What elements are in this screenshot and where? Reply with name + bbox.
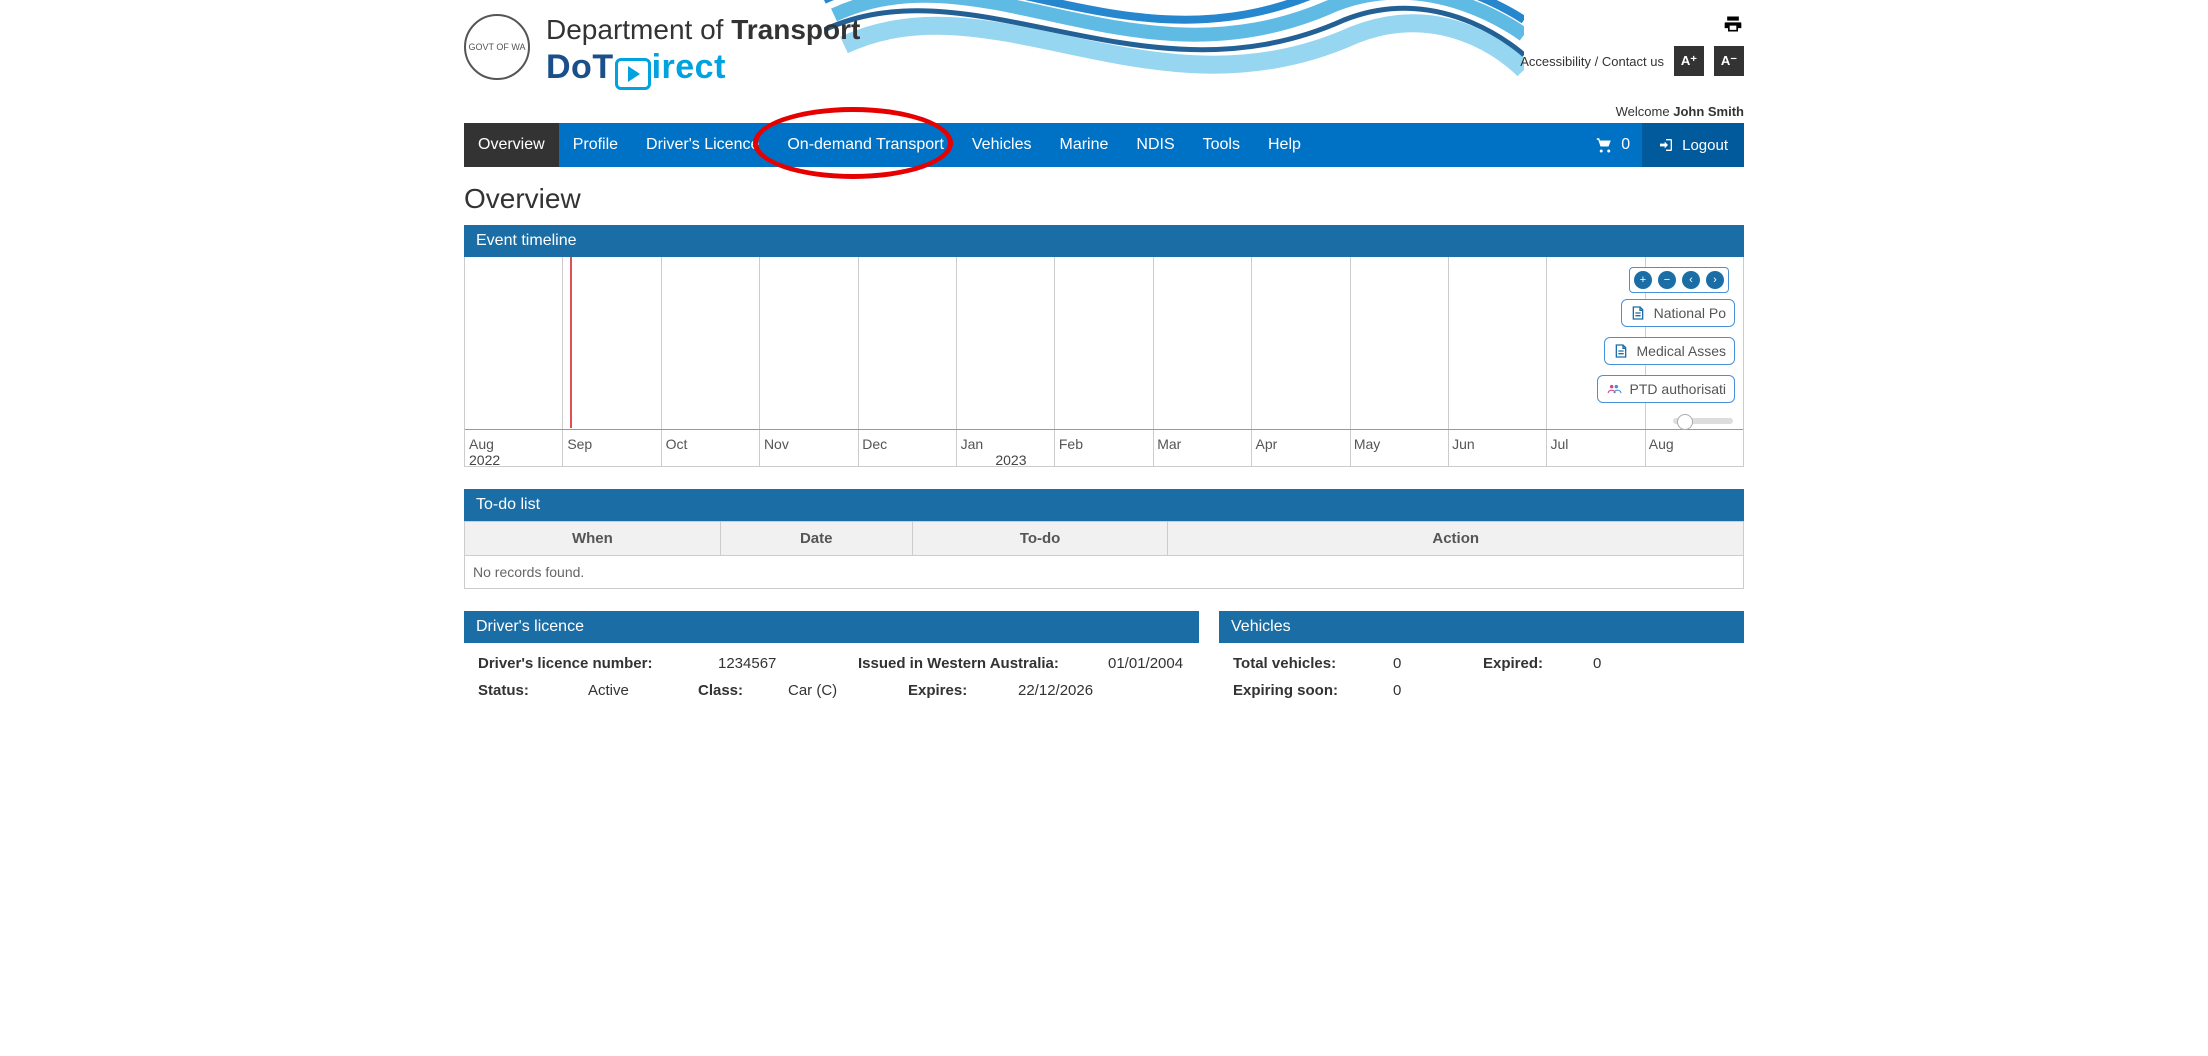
vehicles-total-value: 0 (1393, 655, 1453, 672)
timeline-controls: + − ‹ › (1629, 267, 1729, 293)
vehicles-expired-label: Expired: (1483, 655, 1563, 672)
contact-link[interactable]: Contact us (1602, 54, 1664, 69)
licence-number-value: 1234567 (718, 655, 828, 672)
licence-status-label: Status: (478, 682, 558, 699)
nav-help[interactable]: Help (1254, 123, 1315, 167)
vehicles-total-label: Total vehicles: (1233, 655, 1363, 672)
todo-col-when: When (465, 522, 721, 556)
vehicles-expired-value: 0 (1593, 655, 1601, 672)
licence-class-value: Car (C) (788, 682, 878, 699)
timeline-next-icon[interactable]: › (1706, 271, 1724, 289)
nav-tools[interactable]: Tools (1189, 123, 1254, 167)
document-icon (1628, 304, 1648, 322)
timeline-event[interactable]: National Po (1621, 299, 1735, 327)
todo-panel: To-do list When Date To-do Action No rec… (464, 489, 1744, 589)
people-icon (1604, 380, 1624, 398)
vehicles-expiring-label: Expiring soon: (1233, 682, 1363, 699)
licence-expires-value: 22/12/2026 (1018, 682, 1093, 699)
licence-number-label: Driver's licence number: (478, 655, 688, 672)
panel-header-todo: To-do list (464, 489, 1744, 521)
panel-header-timeline: Event timeline (464, 225, 1744, 257)
timeline-now-marker (570, 257, 572, 428)
department-title: Department of Transport (546, 14, 860, 46)
timeline-years: 2022 2023 (465, 452, 1743, 470)
cart-icon (1595, 136, 1615, 154)
todo-col-action: Action (1168, 522, 1744, 556)
todo-col-todo: To-do (912, 522, 1168, 556)
timeline-zoom-out-icon[interactable]: − (1658, 271, 1676, 289)
panel-header-vehicles: Vehicles (1219, 611, 1744, 643)
timeline-months: AugSep OctNov DecJan FebMar AprMay JunJu… (465, 436, 1743, 452)
crest-logo: GOVT OF WA (464, 14, 530, 80)
licence-issued-value: 01/01/2004 (1108, 655, 1183, 672)
brand-logo: DoTirect (546, 48, 860, 90)
todo-table: When Date To-do Action No records found. (464, 521, 1744, 589)
vehicles-panel: Vehicles Total vehicles: 0 Expired: 0 Ex… (1219, 611, 1744, 711)
font-decrease-button[interactable]: A⁻ (1714, 46, 1744, 76)
page-title: Overview (464, 183, 1744, 215)
nav-on-demand-transport[interactable]: On-demand Transport (773, 123, 958, 167)
event-timeline-panel: Event timeline AugSep OctNov DecJan FebM… (464, 225, 1744, 467)
nav-vehicles[interactable]: Vehicles (958, 123, 1046, 167)
document-icon (1611, 342, 1631, 360)
timeline-prev-icon[interactable]: ‹ (1682, 271, 1700, 289)
vehicles-expiring-value: 0 (1393, 682, 1401, 699)
logout-button[interactable]: Logout (1642, 123, 1744, 167)
licence-status-value: Active (588, 682, 668, 699)
drivers-licence-panel: Driver's licence Driver's licence number… (464, 611, 1199, 711)
nav-profile[interactable]: Profile (559, 123, 632, 167)
licence-expires-label: Expires: (908, 682, 988, 699)
nav-marine[interactable]: Marine (1045, 123, 1122, 167)
nav-overview[interactable]: Overview (464, 123, 559, 167)
licence-class-label: Class: (698, 682, 758, 699)
main-nav: Overview Profile Driver's Licence On-dem… (464, 123, 1744, 167)
timeline-event[interactable]: Medical Asses (1604, 337, 1735, 365)
timeline-zoom-in-icon[interactable]: + (1634, 271, 1652, 289)
play-icon (615, 58, 651, 90)
timeline-body[interactable]: AugSep OctNov DecJan FebMar AprMay JunJu… (464, 257, 1744, 467)
welcome-text: Welcome John Smith (1520, 104, 1744, 119)
timeline-event[interactable]: PTD authorisati (1597, 375, 1735, 403)
licence-issued-label: Issued in Western Australia: (858, 655, 1078, 672)
nav-ndis[interactable]: NDIS (1122, 123, 1188, 167)
logout-icon (1658, 137, 1674, 153)
cart-button[interactable]: 0 (1583, 123, 1642, 167)
timeline-range-slider[interactable] (1673, 418, 1733, 424)
nav-drivers-licence[interactable]: Driver's Licence (632, 123, 773, 167)
todo-empty: No records found. (465, 556, 1744, 589)
print-icon[interactable] (1520, 14, 1744, 40)
panel-header-licence: Driver's licence (464, 611, 1199, 643)
accessibility-link[interactable]: Accessibility (1520, 54, 1591, 69)
font-increase-button[interactable]: A⁺ (1674, 46, 1704, 76)
todo-col-date: Date (720, 522, 912, 556)
